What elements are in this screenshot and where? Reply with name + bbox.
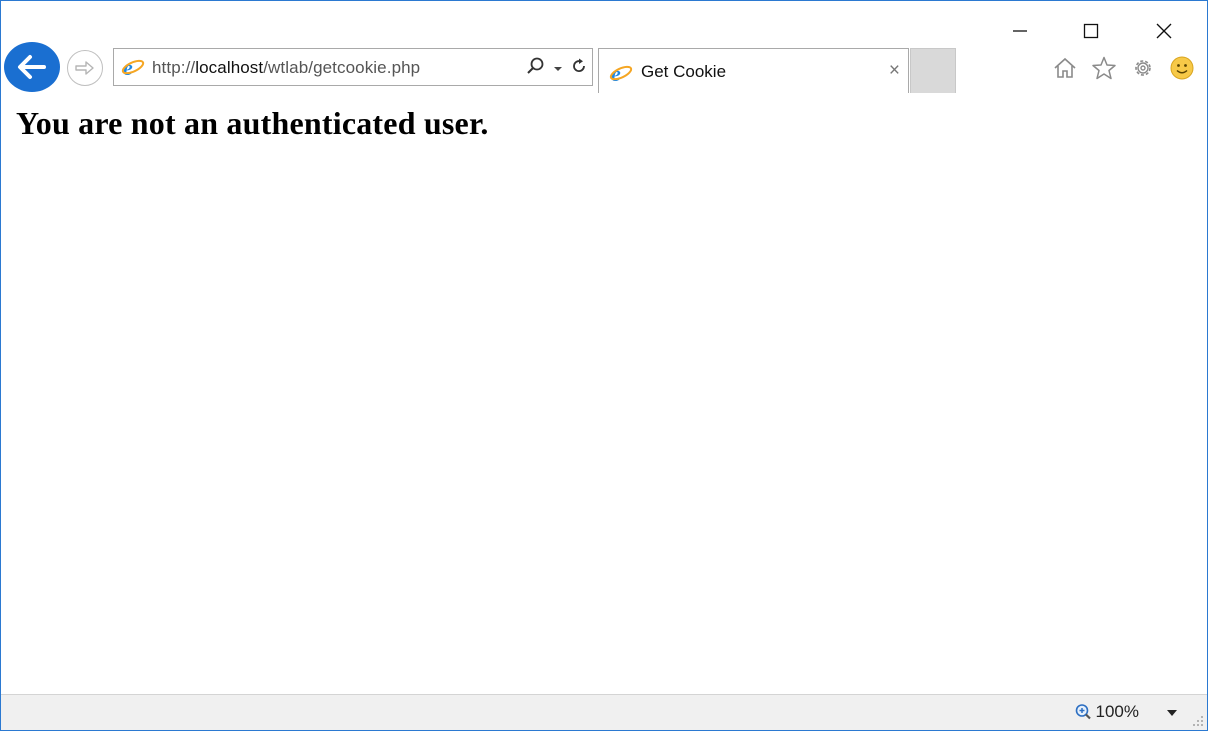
zoom-level: 100% (1095, 702, 1139, 721)
minimize-button[interactable] (997, 13, 1043, 49)
favorites-button[interactable] (1089, 53, 1119, 83)
dropdown-button[interactable] (553, 60, 563, 78)
url-path: /wtlab/getcookie.php (263, 58, 421, 77)
url-text[interactable]: http://localhost/wtlab/getcookie.php (152, 58, 420, 78)
tab-get-cookie[interactable]: e Get Cookie × (598, 48, 909, 93)
home-icon (1054, 57, 1076, 78)
tab-title: Get Cookie (641, 62, 727, 81)
star-icon (1092, 56, 1116, 80)
search-button[interactable] (526, 56, 546, 81)
resize-grip-icon[interactable] (1192, 715, 1204, 727)
settings-button[interactable] (1128, 53, 1158, 83)
gear-icon (1135, 60, 1151, 76)
refresh-button[interactable] (570, 57, 588, 80)
url-prefix: http:// (152, 58, 196, 77)
refresh-icon (573, 58, 585, 72)
status-bar: 100% (1, 694, 1207, 730)
close-icon (1156, 23, 1172, 39)
zoom-dropdown-icon[interactable] (1167, 710, 1177, 716)
forward-arrow-icon (75, 61, 94, 75)
smiley-icon (1170, 56, 1194, 80)
zoom-icon (1075, 704, 1091, 720)
back-button[interactable] (4, 42, 60, 92)
tab-close-button[interactable]: × (889, 60, 900, 82)
home-button[interactable] (1050, 53, 1080, 83)
forward-button[interactable] (67, 50, 103, 86)
maximize-button[interactable] (1068, 13, 1114, 49)
chevron-down-icon (554, 66, 562, 71)
address-bar[interactable]: e http://localhost/wtlab/getcookie.php (113, 48, 593, 86)
feedback-button[interactable] (1167, 53, 1197, 83)
browser-chrome: e http://localhost/wtlab/getcookie.php e… (1, 1, 1207, 93)
back-arrow-icon (18, 55, 46, 79)
minimize-icon (1013, 30, 1027, 32)
ie-logo-icon: e (609, 61, 633, 85)
search-icon (527, 57, 544, 74)
browser-window: e http://localhost/wtlab/getcookie.php e… (0, 0, 1208, 731)
maximize-icon (1083, 23, 1099, 39)
address-tools (526, 56, 588, 81)
url-host: localhost (195, 58, 264, 77)
ie-logo-icon: e (121, 55, 145, 79)
new-tab-button[interactable] (910, 48, 956, 93)
close-button[interactable] (1141, 13, 1187, 49)
page-heading: You are not an authenticated user. (16, 105, 489, 141)
page-content: You are not an authenticated user. (1, 93, 1207, 695)
zoom-control[interactable]: 100% (1074, 702, 1139, 722)
toolbar-icons (1050, 53, 1197, 83)
